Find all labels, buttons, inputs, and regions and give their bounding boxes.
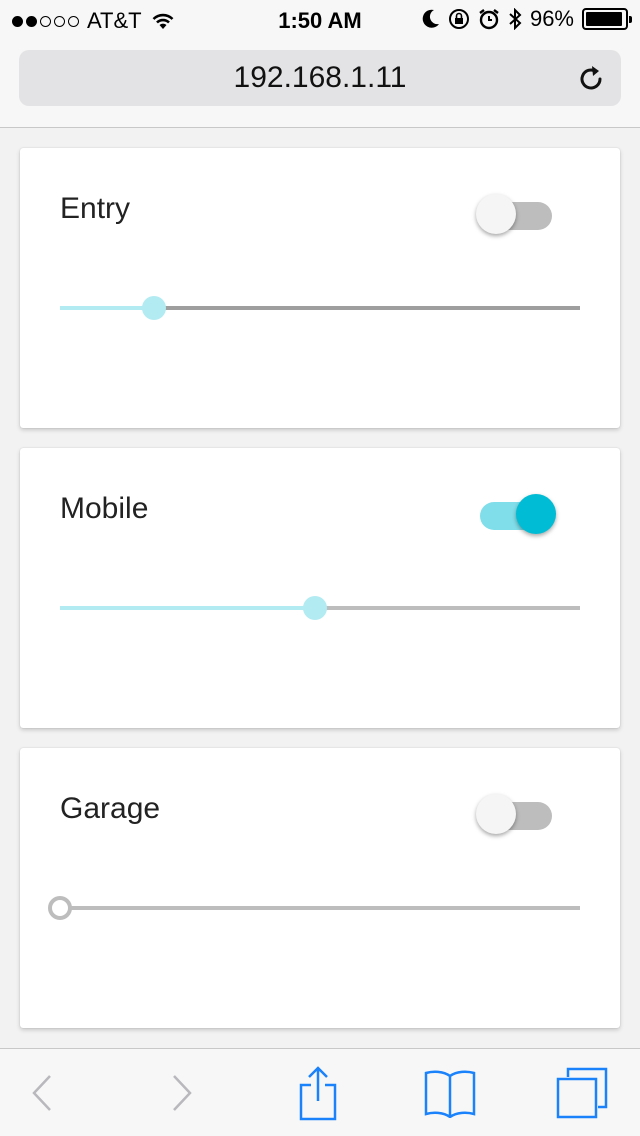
battery-percent: 96% — [529, 6, 574, 31]
bookmarks-icon — [424, 1070, 476, 1118]
slider-fill — [60, 306, 154, 310]
brightness-slider[interactable] — [60, 588, 580, 628]
tabs-icon — [556, 1067, 608, 1119]
slider-thumb[interactable] — [141, 296, 166, 320]
back-icon — [32, 1075, 51, 1111]
back-button[interactable] — [2, 1049, 82, 1136]
toggle-knob[interactable] — [476, 794, 516, 834]
reload-icon[interactable] — [575, 62, 607, 94]
status-bar: AT&T 1:50 AM 96% — [0, 0, 640, 40]
device-card: Mobile — [20, 448, 620, 728]
moon-icon — [422, 9, 439, 28]
share-button[interactable] — [278, 1049, 358, 1136]
slider-thumb[interactable] — [48, 896, 72, 920]
device-card: Entry — [20, 148, 620, 428]
bookmarks-button[interactable] — [410, 1049, 490, 1136]
address-bar-area: 192.168.1.11 — [0, 40, 640, 128]
bluetooth-icon — [509, 8, 522, 30]
status-right: 96% — [422, 6, 632, 32]
tabs-button[interactable] — [542, 1049, 622, 1136]
alarm-icon — [479, 9, 499, 30]
browser-toolbar — [0, 1048, 640, 1136]
power-toggle[interactable] — [476, 194, 556, 234]
power-toggle[interactable] — [476, 794, 556, 834]
share-icon — [299, 1066, 337, 1121]
toggle-knob[interactable] — [516, 494, 556, 534]
battery-icon — [582, 8, 632, 30]
brightness-slider[interactable] — [60, 288, 580, 328]
slider-fill — [60, 606, 315, 610]
device-card: Garage — [20, 748, 620, 1028]
power-toggle[interactable] — [476, 494, 556, 534]
battery-level — [586, 12, 623, 26]
slider-track[interactable] — [60, 906, 580, 910]
slider-thumb[interactable] — [302, 596, 327, 620]
forward-icon — [173, 1075, 192, 1111]
forward-button[interactable] — [142, 1049, 222, 1136]
address-bar[interactable]: 192.168.1.11 — [19, 50, 621, 106]
toggle-knob[interactable] — [476, 194, 516, 234]
device-name: Entry — [60, 192, 131, 225]
url-text[interactable]: 192.168.1.11 — [234, 61, 407, 95]
device-name: Mobile — [60, 492, 149, 525]
rotation-lock-icon — [448, 9, 469, 29]
brightness-slider[interactable] — [48, 888, 580, 928]
device-name: Garage — [60, 792, 161, 825]
